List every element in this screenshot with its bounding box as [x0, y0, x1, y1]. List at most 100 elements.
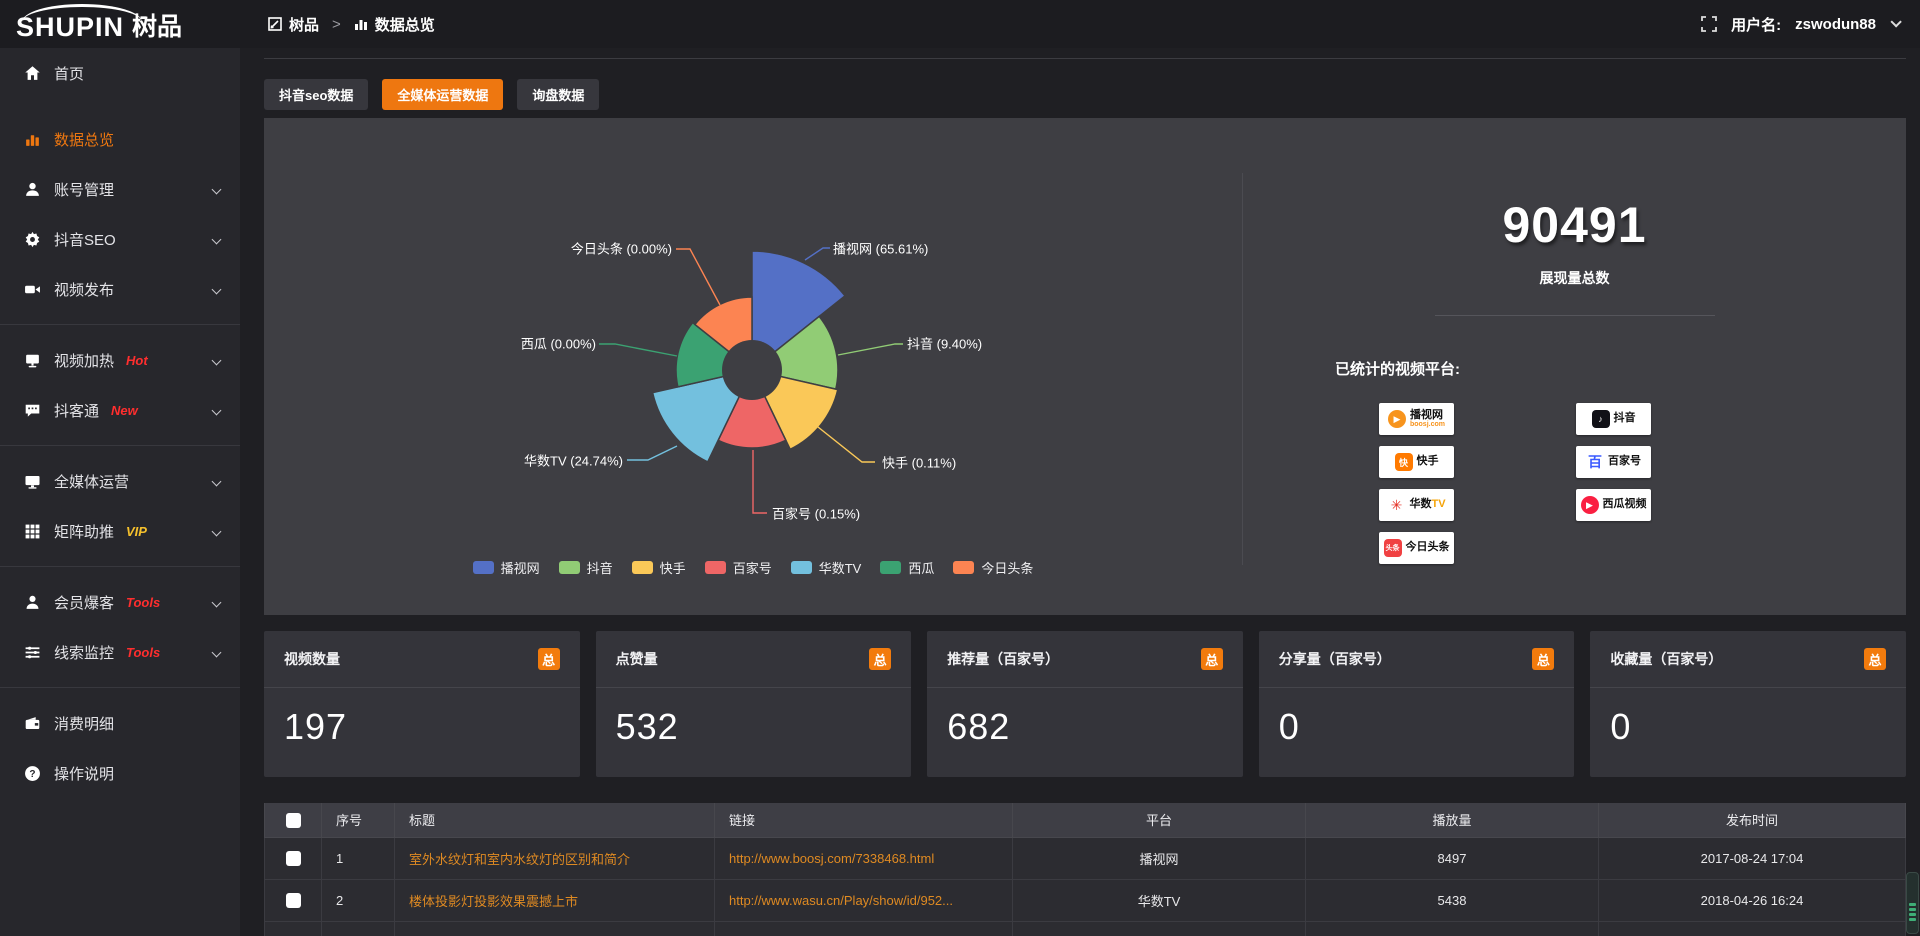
tv-icon: [24, 352, 41, 369]
platform-badge-快手: 快快手: [1379, 446, 1454, 478]
sidebar-item-label: 线索监控: [54, 642, 114, 663]
stat-cards-row: 视频数量总197点赞量总532推荐量（百家号）总682分享量（百家号）总0收藏量…: [264, 631, 1906, 777]
total-badge[interactable]: 总: [1532, 648, 1554, 670]
stat-card-header: 收藏量（百家号）总: [1590, 631, 1906, 688]
row-checkbox[interactable]: [286, 851, 301, 866]
total-badge[interactable]: 总: [869, 648, 891, 670]
douyin-logo: ♪: [1592, 410, 1610, 428]
sidebar-item-label: 全媒体运营: [54, 471, 129, 492]
sidebar-item-12[interactable]: 消费明细: [0, 698, 240, 748]
legend-item-华数TV[interactable]: 华数TV: [791, 558, 862, 577]
sidebar-item-label: 视频加热: [54, 350, 114, 371]
total-badge[interactable]: 总: [538, 648, 560, 670]
chevron-down-icon: [212, 476, 222, 486]
user-icon: [24, 181, 41, 198]
chevron-down-icon: [212, 405, 222, 415]
cell-time: 2018-04-26 16:24: [1599, 879, 1906, 921]
sidebar-item-label: 会员爆客: [54, 592, 114, 613]
label-leader-line: [676, 249, 720, 305]
sidebar-item-1[interactable]: 首页: [0, 48, 240, 98]
platform-share-rose-chart: 播视网 (65.61%)抖音 (9.40%)快手 (0.11%)百家号 (0.1…: [264, 118, 1242, 615]
wasu-logo: ✳: [1387, 496, 1405, 514]
sidebar-item-badge: New: [111, 403, 138, 418]
slice-label-播视网: 播视网 (65.61%): [833, 239, 928, 258]
legend-label: 华数TV: [819, 558, 862, 577]
topbar: SHUPIN 树品 树品 > 数据总览 用户名: zswodun88: [0, 0, 1920, 48]
sidebar: 首页数据总览账号管理抖音SEO 视频发布视频加热 Hot 抖客通New 全媒体运营矩阵助…: [0, 48, 240, 936]
chat-icon: [24, 402, 41, 419]
platform-name: 播视网: [1410, 410, 1445, 422]
cell-link[interactable]: http://www.boosj.com/7338468.html: [715, 837, 1013, 879]
stat-card-value: 0: [1590, 688, 1906, 748]
legend-label: 西瓜: [908, 558, 934, 577]
legend-swatch: [880, 561, 901, 574]
label-leader-line: [599, 344, 677, 356]
sidebar-item-9[interactable]: 矩阵助推VIP: [0, 506, 240, 556]
row-checkbox[interactable]: [286, 893, 301, 908]
data-tabs: 抖音seo数据全媒体运营数据询盘数据: [264, 79, 1906, 110]
table-row-partial: [265, 921, 1906, 936]
total-badge[interactable]: 总: [1864, 648, 1886, 670]
platform-subtext: boosj.com: [1410, 421, 1445, 428]
tab-2[interactable]: 全媒体运营数据: [382, 79, 503, 110]
sidebar-item-label: 消费明细: [54, 713, 114, 734]
sidebar-item-badge: Hot: [126, 353, 148, 368]
gear-icon: [24, 231, 41, 248]
platform-name: 快手: [1417, 456, 1439, 468]
sidebar-item-3[interactable]: 账号管理: [0, 164, 240, 214]
legend-item-快手[interactable]: 快手: [632, 558, 686, 577]
chevron-down-icon: [212, 234, 222, 244]
sidebar-item-7[interactable]: 抖客通New: [0, 385, 240, 435]
floating-scroll-widget[interactable]: [1906, 872, 1919, 934]
sidebar-item-13[interactable]: ?操作说明: [0, 748, 240, 798]
cell-title[interactable]: 室外水纹灯和室内水纹灯的区别和简介: [395, 837, 715, 879]
stat-card-header: 推荐量（百家号）总: [927, 631, 1243, 688]
sidebar-item-2[interactable]: 数据总览: [0, 114, 240, 164]
cell-link[interactable]: http://www.wasu.cn/Play/show/id/952...: [715, 879, 1013, 921]
sidebar-item-10[interactable]: 会员爆客 Tools: [0, 577, 240, 627]
cell-index: 1: [322, 837, 395, 879]
sidebar-item-8[interactable]: 全媒体运营: [0, 456, 240, 506]
tab-3[interactable]: 询盘数据: [517, 79, 599, 110]
breadcrumb-root[interactable]: 树品: [289, 14, 319, 35]
sidebar-item-4[interactable]: 抖音SEO: [0, 214, 240, 264]
wallet-icon: [24, 715, 41, 732]
cell-plays: 8497: [1306, 837, 1599, 879]
legend-label: 百家号: [733, 558, 772, 577]
legend-swatch: [473, 561, 494, 574]
legend-item-播视网[interactable]: 播视网: [473, 558, 540, 577]
slice-label-华数TV: 华数TV (24.74%): [524, 451, 623, 470]
tab-1[interactable]: 抖音seo数据: [264, 79, 368, 110]
platform-name: 抖音: [1614, 413, 1636, 425]
sidebar-divider: [0, 687, 240, 688]
bar-chart-icon: [24, 131, 41, 148]
sidebar-item-label: 抖音SEO: [54, 229, 116, 250]
select-all-checkbox[interactable]: [286, 813, 301, 828]
sidebar-item-6[interactable]: 视频加热 Hot: [0, 335, 240, 385]
sidebar-item-5[interactable]: 视频发布: [0, 264, 240, 314]
legend-item-今日头条[interactable]: 今日头条: [953, 558, 1033, 577]
legend-item-百家号[interactable]: 百家号: [705, 558, 772, 577]
fullscreen-icon[interactable]: [1701, 16, 1717, 32]
sidebar-item-badge: Tools: [126, 595, 160, 610]
cell-title[interactable]: 楼体投影灯投影效果震撼上市: [395, 879, 715, 921]
chevron-down-icon[interactable]: [1890, 16, 1901, 27]
toutiao-logo: 头条: [1384, 539, 1402, 557]
label-leader-line: [805, 248, 830, 260]
username-label: 用户名:: [1731, 14, 1781, 35]
table-row-1: 1室外水纹灯和室内水纹灯的区别和简介http://www.boosj.com/7…: [265, 837, 1906, 879]
rose-center-hole: [722, 340, 782, 400]
sidebar-item-11[interactable]: 线索监控Tools: [0, 627, 240, 677]
username-value[interactable]: zswodun88: [1795, 16, 1876, 33]
legend-label: 抖音: [587, 558, 613, 577]
stat-card-4: 分享量（百家号）总0: [1259, 631, 1575, 777]
total-badge[interactable]: 总: [1201, 648, 1223, 670]
legend-item-西瓜[interactable]: 西瓜: [880, 558, 934, 577]
legend-item-抖音[interactable]: 抖音: [559, 558, 613, 577]
col-header-6: 发布时间: [1599, 803, 1906, 837]
stat-card-value: 197: [264, 688, 580, 748]
sidebar-item-badge: VIP: [126, 524, 147, 539]
platform-badge-抖音: ♪ 抖音: [1576, 403, 1651, 435]
col-header-3: 链接: [715, 803, 1013, 837]
rose-chart-svg[interactable]: [264, 118, 1242, 615]
